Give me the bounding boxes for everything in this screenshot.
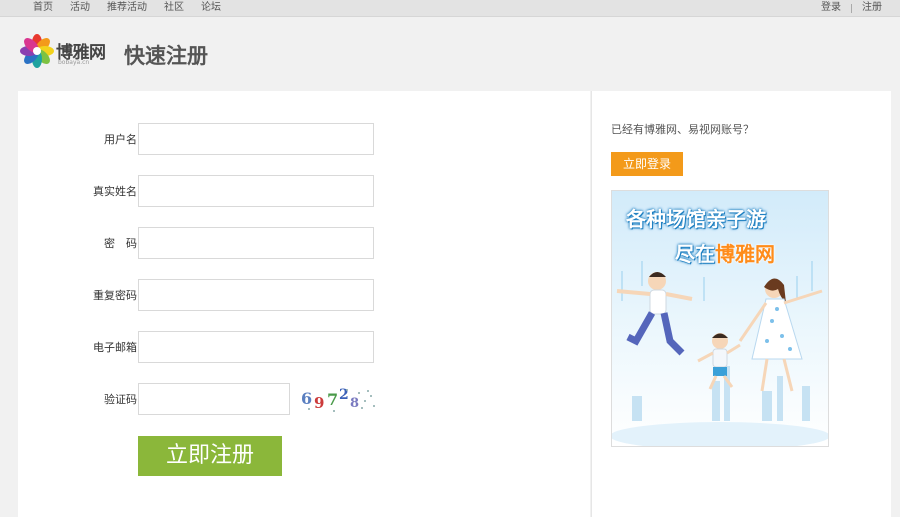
top-account-links: 登录 注册 [821, 0, 882, 16]
promo-subheadline: 尽在博雅网 [675, 238, 775, 267]
top-nav-activity[interactable]: 活动 [70, 0, 90, 16]
email-input[interactable] [138, 331, 374, 363]
confirm-password-input[interactable] [138, 279, 374, 311]
page-title: 快速注册 [124, 44, 208, 68]
captcha-row: 验证码： 6 9 7 2 8 [18, 383, 590, 417]
top-nav-community[interactable]: 社区 [164, 0, 184, 16]
password-input[interactable] [138, 227, 374, 259]
site-logo[interactable]: 博雅网 bobaya.cn [20, 32, 110, 70]
top-bar: 首页 活动 推荐活动 社区 论坛 登录 注册 [0, 0, 900, 17]
existing-account-hint: 已经有博雅网、易视网账号？ [611, 123, 754, 136]
top-login-link[interactable]: 登录 [821, 0, 841, 16]
promo-brand: 博雅网 [715, 242, 775, 266]
top-nav: 首页 活动 推荐活动 社区 论坛 [33, 0, 221, 16]
username-row: 用户名： [18, 123, 590, 157]
promo-banner[interactable]: 各种场馆亲子游 尽在博雅网 [611, 190, 829, 447]
top-nav-forum[interactable]: 论坛 [201, 0, 221, 16]
captcha-noise [308, 389, 375, 412]
email-row: 电子邮箱： [18, 331, 590, 365]
captcha-image[interactable]: 6 9 7 2 8 [299, 387, 377, 413]
sidebar: 已经有博雅网、易视网账号？ 立即登录 各种场馆亲子游 尽在博雅网 [591, 91, 891, 517]
password-row: 密 码： [18, 227, 590, 261]
realname-row: 真实姓名： [18, 175, 590, 209]
login-now-button[interactable]: 立即登录 [611, 152, 683, 176]
logo-subtext: bobaya.cn [58, 59, 90, 66]
flower-logo-icon [20, 34, 54, 68]
divider [851, 3, 852, 13]
username-input[interactable] [138, 123, 374, 155]
promo-prefix: 尽在 [675, 242, 715, 266]
header: 博雅网 bobaya.cn 快速注册 [0, 17, 900, 91]
top-nav-recommended[interactable]: 推荐活动 [107, 0, 147, 16]
top-register-link[interactable]: 注册 [862, 0, 882, 16]
register-form: 用户名： 真实姓名： 密 码： 重复密码： 电子邮箱： 验证码： 6 9 7 2… [18, 91, 590, 517]
register-submit-button[interactable]: 立即注册 [138, 436, 282, 476]
captcha-input[interactable] [138, 383, 290, 415]
promo-headline: 各种场馆亲子游 [626, 207, 766, 231]
top-nav-home[interactable]: 首页 [33, 0, 53, 16]
realname-input[interactable] [138, 175, 374, 207]
confirm-password-row: 重复密码： [18, 279, 590, 313]
